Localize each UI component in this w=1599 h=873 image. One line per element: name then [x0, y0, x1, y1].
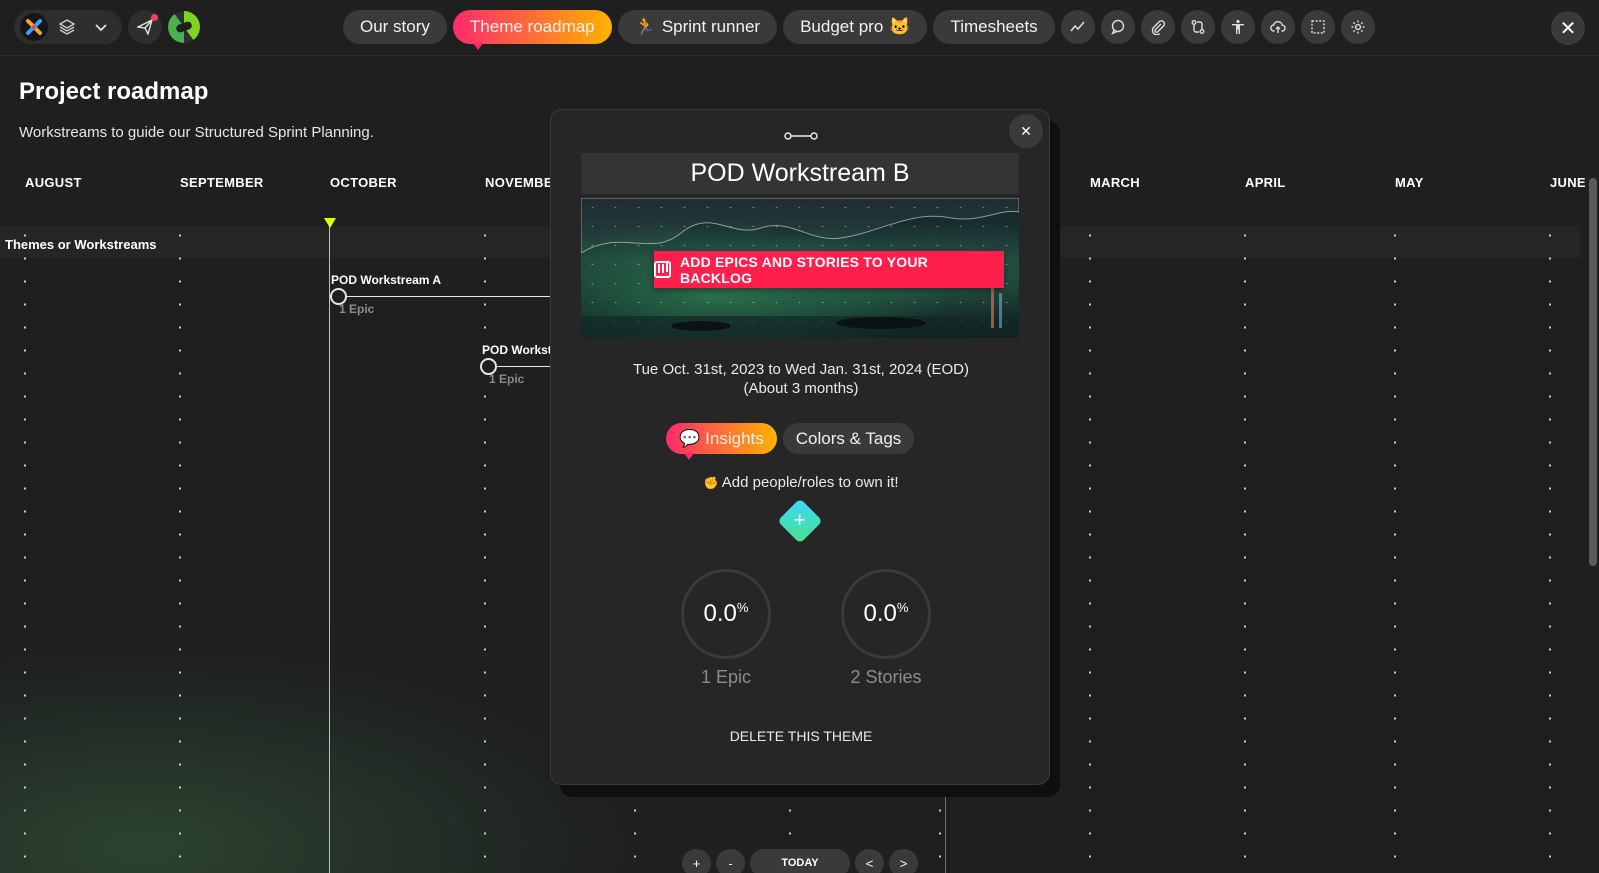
month-label: APRIL	[1245, 175, 1286, 190]
grid-dots	[1089, 224, 1091, 864]
tab-sprint-runner[interactable]: 🏃 Sprint runner	[617, 10, 778, 44]
tab-our-story[interactable]: Our story	[343, 10, 447, 44]
tab-timesheets[interactable]: Timesheets	[933, 10, 1055, 44]
fist-icon: ✊	[703, 476, 719, 490]
tab-label: Our story	[360, 17, 430, 36]
month-label: MARCH	[1090, 175, 1140, 190]
cat-icon: 🐱	[889, 17, 911, 36]
theme-detail-modal: ✕ POD Workstream B ADD EPICS AND STORIES…	[550, 109, 1050, 785]
delete-theme-button[interactable]: DELETE THIS THEME	[551, 728, 1051, 744]
workstream-b-epics: 1 Epic	[489, 372, 525, 386]
notification-dot	[151, 14, 158, 21]
tab-insights[interactable]: 💬 Insights	[666, 423, 777, 460]
close-icon: ✕	[1559, 17, 1577, 40]
workstream-b-label[interactable]: POD Workst	[482, 343, 552, 357]
chevron-down-icon[interactable]	[86, 12, 116, 42]
backlog-button-label: ADD EPICS AND STORIES TO YOUR BACKLOG	[679, 253, 928, 286]
date-range: Tue Oct. 31st, 2023 to Wed Jan. 31st, 20…	[632, 361, 969, 378]
drag-handle-icon[interactable]	[784, 129, 818, 145]
selection-icon[interactable]	[1300, 10, 1335, 44]
tab-theme-roadmap[interactable]: Theme roadmap	[452, 10, 612, 50]
month-label: OCTOBER	[330, 175, 397, 190]
main-nav: Our story Theme roadmap 🏃 Sprint runner …	[343, 10, 1375, 50]
top-bar: Our story Theme roadmap 🏃 Sprint runner …	[0, 0, 1599, 56]
month-label: NOVEMBE	[485, 175, 553, 190]
speech-bubble-icon: 💬	[679, 428, 701, 448]
send-icon	[137, 19, 153, 35]
month-label: MAY	[1395, 175, 1424, 190]
month-label: AUGUST	[25, 175, 82, 190]
month-label: JUNE	[1550, 175, 1586, 190]
notifications-button[interactable]	[128, 10, 162, 44]
swap-icon[interactable]	[1180, 10, 1215, 44]
row-header: Themes or Workstreams	[5, 237, 157, 252]
grid-dots	[1394, 224, 1396, 864]
add-to-backlog-button[interactable]: ADD EPICS AND STORIES TO YOUR BACKLOG	[654, 251, 1004, 288]
today-marker	[324, 218, 336, 228]
accessibility-icon[interactable]	[1220, 10, 1255, 44]
workspace-switcher	[14, 10, 122, 44]
top-left-controls	[14, 10, 200, 44]
progress-label: 2 Stories	[850, 667, 922, 687]
today-button[interactable]: TODAY	[750, 849, 850, 873]
progress-ring: 0.0%	[841, 569, 931, 659]
layers-icon[interactable]	[52, 12, 82, 42]
owner-prompt-text: Add people/roles to own it!	[721, 474, 899, 491]
scroll-prev-button[interactable]: <	[855, 849, 884, 873]
plus-icon: +	[794, 509, 806, 532]
story-progress: 0.0% 2 Stories	[841, 569, 931, 688]
workstream-b-bar[interactable]	[497, 366, 557, 367]
page-subtitle: Workstreams to guide our Structured Spri…	[19, 124, 374, 141]
workstream-a-epics: 1 Epic	[339, 302, 375, 316]
runner-icon: 🏃	[634, 17, 656, 36]
chat-icon[interactable]	[1100, 10, 1135, 44]
today-line	[329, 224, 330, 873]
progress-ring: 0.0%	[681, 569, 771, 659]
workstream-a-bar[interactable]	[346, 296, 556, 297]
scroll-next-button[interactable]: >	[889, 849, 918, 873]
cloud-upload-icon[interactable]	[1260, 10, 1295, 44]
kanban-icon	[654, 261, 671, 278]
paperclip-icon[interactable]	[1140, 10, 1175, 44]
theme-banner-image: ADD EPICS AND STORIES TO YOUR BACKLOG	[581, 198, 1019, 338]
tab-budget-pro[interactable]: Budget pro 🐱	[783, 10, 928, 44]
trend-icon[interactable]	[1060, 10, 1095, 44]
grid-dots	[179, 224, 181, 864]
zoom-controls: + - TODAY < >	[682, 849, 918, 873]
theme-dates: Tue Oct. 31st, 2023 to Wed Jan. 31st, 20…	[551, 360, 1051, 398]
grid-dots	[24, 224, 26, 864]
grid-dots	[1244, 224, 1246, 864]
month-label: SEPTEMBER	[180, 175, 264, 190]
date-duration: (About 3 months)	[743, 380, 859, 397]
tab-label: Colors & Tags	[795, 428, 902, 448]
tab-label: Insights	[705, 428, 764, 448]
zoom-in-button[interactable]: +	[682, 849, 711, 873]
modal-tabs: 💬 Insights Colors & Tags	[666, 423, 915, 460]
grid-dots	[1549, 224, 1551, 864]
owner-prompt: ✊ Add people/roles to own it!	[551, 474, 1051, 491]
progress-value: 0.0%	[863, 600, 909, 627]
modal-close-button[interactable]: ✕	[1009, 114, 1043, 148]
progress-label: 1 Epic	[700, 667, 752, 687]
theme-title[interactable]: POD Workstream B	[581, 153, 1019, 194]
tab-colors-tags[interactable]: Colors & Tags	[782, 423, 915, 454]
close-app-button[interactable]: ✕	[1551, 11, 1585, 45]
settings-icon[interactable]	[1340, 10, 1375, 44]
zoom-out-button[interactable]: -	[716, 849, 745, 873]
grid-dots	[484, 224, 486, 864]
add-owner-button[interactable]: +	[777, 498, 823, 544]
vertical-scrollbar[interactable]	[1589, 178, 1597, 566]
close-icon: ✕	[1020, 122, 1032, 139]
tab-label: Timesheets	[950, 17, 1038, 36]
progress-value: 0.0%	[703, 600, 749, 627]
epic-progress: 0.0% 1 Epic	[681, 569, 771, 688]
workstream-a-label[interactable]: POD Workstream A	[331, 273, 441, 287]
page-title: Project roadmap	[19, 78, 209, 105]
brand-logo-icon[interactable]	[168, 11, 200, 43]
tab-label: Budget pro	[800, 17, 884, 36]
tab-label: Sprint runner	[661, 17, 761, 36]
app-logo-icon[interactable]	[20, 13, 48, 41]
tab-label: Theme roadmap	[469, 17, 595, 36]
